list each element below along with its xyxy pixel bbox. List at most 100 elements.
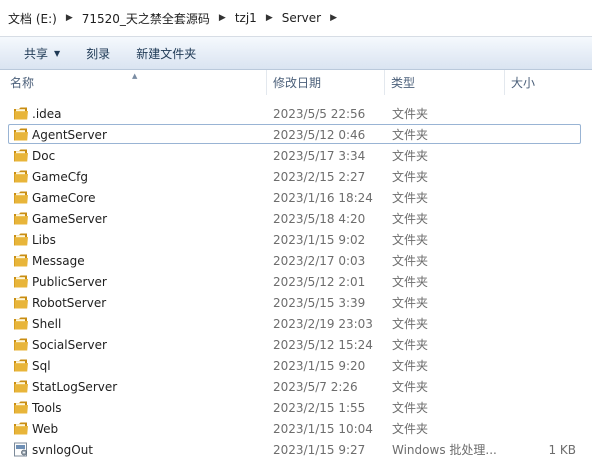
file-row[interactable]: SocialServer 2023/5/12 15:24 文件夹 bbox=[8, 334, 581, 354]
file-row[interactable]: Libs 2023/1/15 9:02 文件夹 bbox=[8, 229, 581, 249]
file-type: 文件夹 bbox=[392, 380, 429, 394]
file-row[interactable]: Message 2023/2/17 0:03 文件夹 bbox=[8, 250, 581, 270]
file-row[interactable]: RobotServer 2023/5/15 3:39 文件夹 bbox=[8, 292, 581, 312]
breadcrumb: 文档 (E:) ▶ 71520_天之禁全套源码 ▶ tzj1 ▶ Server … bbox=[6, 9, 344, 27]
folder-icon bbox=[13, 190, 29, 205]
file-type: 文件夹 bbox=[392, 149, 429, 163]
sort-ascending-icon: ▲ bbox=[132, 72, 138, 80]
file-name: RobotServer bbox=[32, 296, 107, 310]
folder-icon bbox=[13, 316, 29, 331]
file-date: 2023/5/12 0:46 bbox=[273, 128, 366, 142]
new-folder-label: 新建文件夹 bbox=[136, 46, 197, 61]
breadcrumb-drive[interactable]: 文档 (E:) bbox=[6, 10, 59, 27]
file-date: 2023/2/15 2:27 bbox=[273, 170, 366, 184]
file-name: Web bbox=[32, 422, 59, 436]
breadcrumb-source-folder[interactable]: 71520_天之禁全套源码 bbox=[80, 10, 212, 27]
file-name: GameCfg bbox=[32, 170, 88, 184]
file-type: 文件夹 bbox=[392, 401, 429, 415]
batch-file-icon bbox=[13, 442, 29, 457]
breadcrumb-server[interactable]: Server bbox=[280, 11, 323, 25]
file-row[interactable]: PublicServer 2023/5/12 2:01 文件夹 bbox=[8, 271, 581, 291]
burn-label: 刻录 bbox=[86, 46, 111, 61]
breadcrumb-separator-icon[interactable]: ▶ bbox=[212, 13, 233, 23]
column-date-label: 修改日期 bbox=[273, 76, 322, 90]
file-row[interactable]: .idea 2023/5/5 22:56 文件夹 bbox=[8, 103, 581, 123]
file-date: 2023/5/18 4:20 bbox=[273, 212, 366, 226]
folder-icon bbox=[13, 274, 29, 289]
file-date: 2023/1/15 9:20 bbox=[273, 359, 366, 373]
breadcrumb-separator-icon[interactable]: ▶ bbox=[259, 13, 280, 23]
file-type: 文件夹 bbox=[392, 317, 429, 331]
file-row[interactable]: Sql 2023/1/15 9:20 文件夹 bbox=[8, 355, 581, 375]
file-name: StatLogServer bbox=[32, 380, 118, 394]
file-type: 文件夹 bbox=[392, 212, 429, 226]
breadcrumb-separator-icon[interactable]: ▶ bbox=[59, 13, 80, 23]
folder-icon bbox=[13, 337, 29, 352]
address-bar[interactable]: 文档 (E:) ▶ 71520_天之禁全套源码 ▶ tzj1 ▶ Server … bbox=[0, 0, 592, 37]
breadcrumb-separator-icon[interactable]: ▶ bbox=[323, 13, 344, 23]
file-name: .idea bbox=[32, 107, 62, 121]
file-name: Tools bbox=[32, 401, 62, 415]
file-date: 2023/1/15 9:27 bbox=[273, 443, 366, 457]
file-name: PublicServer bbox=[32, 275, 107, 289]
file-type: 文件夹 bbox=[392, 338, 429, 352]
column-header-type[interactable]: 类型 bbox=[385, 70, 505, 95]
file-name: SocialServer bbox=[32, 338, 107, 352]
file-type: 文件夹 bbox=[392, 422, 429, 436]
file-name: Shell bbox=[32, 317, 62, 331]
file-name: Sql bbox=[32, 359, 51, 373]
file-type: 文件夹 bbox=[392, 107, 429, 121]
folder-icon bbox=[13, 169, 29, 184]
file-row[interactable]: StatLogServer 2023/5/7 2:26 文件夹 bbox=[8, 376, 581, 396]
file-type: 文件夹 bbox=[392, 128, 429, 142]
file-name: Doc bbox=[32, 149, 56, 163]
file-name: AgentServer bbox=[32, 128, 107, 142]
breadcrumb-tzj1[interactable]: tzj1 bbox=[233, 11, 259, 25]
burn-button[interactable]: 刻录 bbox=[73, 37, 123, 69]
file-name: Message bbox=[32, 254, 85, 268]
file-type: 文件夹 bbox=[392, 359, 429, 373]
file-row[interactable]: Doc 2023/5/17 3:34 文件夹 bbox=[8, 145, 581, 165]
file-type: 文件夹 bbox=[392, 254, 429, 268]
chevron-down-icon: ▼ bbox=[54, 48, 61, 58]
file-type: 文件夹 bbox=[392, 191, 429, 205]
file-date: 2023/5/7 2:26 bbox=[273, 380, 358, 394]
file-row[interactable]: GameServer 2023/5/18 4:20 文件夹 bbox=[8, 208, 581, 228]
folder-icon bbox=[13, 232, 29, 247]
file-type: 文件夹 bbox=[392, 296, 429, 310]
file-name: Libs bbox=[32, 233, 56, 247]
folder-icon bbox=[13, 358, 29, 373]
file-row[interactable]: GameCfg 2023/2/15 2:27 文件夹 bbox=[8, 166, 581, 186]
file-date: 2023/2/15 1:55 bbox=[273, 401, 366, 415]
file-type: 文件夹 bbox=[392, 170, 429, 184]
file-type: 文件夹 bbox=[392, 233, 429, 247]
column-name-label: 名称 bbox=[10, 76, 35, 90]
share-button[interactable]: 共享 ▼ bbox=[0, 37, 73, 69]
column-header-name[interactable]: ▲ 名称 bbox=[4, 70, 267, 95]
file-type: Windows 批处理... bbox=[392, 443, 497, 457]
folder-icon bbox=[13, 127, 29, 142]
file-row[interactable]: svnlogOut 2023/1/15 9:27 Windows 批处理... 1 K… bbox=[8, 439, 581, 459]
file-row[interactable]: AgentServer 2023/5/12 0:46 文件夹 bbox=[8, 124, 581, 144]
file-date: 2023/5/12 2:01 bbox=[273, 275, 366, 289]
folder-icon bbox=[13, 211, 29, 226]
file-row[interactable]: Web 2023/1/15 10:04 文件夹 bbox=[8, 418, 581, 438]
column-header-size[interactable]: 大小 bbox=[505, 70, 575, 95]
file-name: svnlogOut bbox=[32, 443, 94, 457]
file-date: 2023/2/19 23:03 bbox=[273, 317, 373, 331]
file-row[interactable]: Tools 2023/2/15 1:55 文件夹 bbox=[8, 397, 581, 417]
file-date: 2023/1/16 18:24 bbox=[273, 191, 373, 205]
file-date: 2023/1/15 10:04 bbox=[273, 422, 373, 436]
command-toolbar: 共享 ▼ 刻录 新建文件夹 bbox=[0, 37, 592, 70]
file-date: 2023/5/15 3:39 bbox=[273, 296, 366, 310]
folder-icon bbox=[13, 148, 29, 163]
file-row[interactable]: Shell 2023/2/19 23:03 文件夹 bbox=[8, 313, 581, 333]
file-name: GameServer bbox=[32, 212, 108, 226]
file-size: 1 KB bbox=[548, 443, 576, 457]
folder-icon bbox=[13, 400, 29, 415]
folder-icon bbox=[13, 421, 29, 436]
folder-icon bbox=[13, 253, 29, 268]
file-row[interactable]: GameCore 2023/1/16 18:24 文件夹 bbox=[8, 187, 581, 207]
column-header-date[interactable]: 修改日期 bbox=[267, 70, 385, 95]
file-date: 2023/5/12 15:24 bbox=[273, 338, 373, 352]
